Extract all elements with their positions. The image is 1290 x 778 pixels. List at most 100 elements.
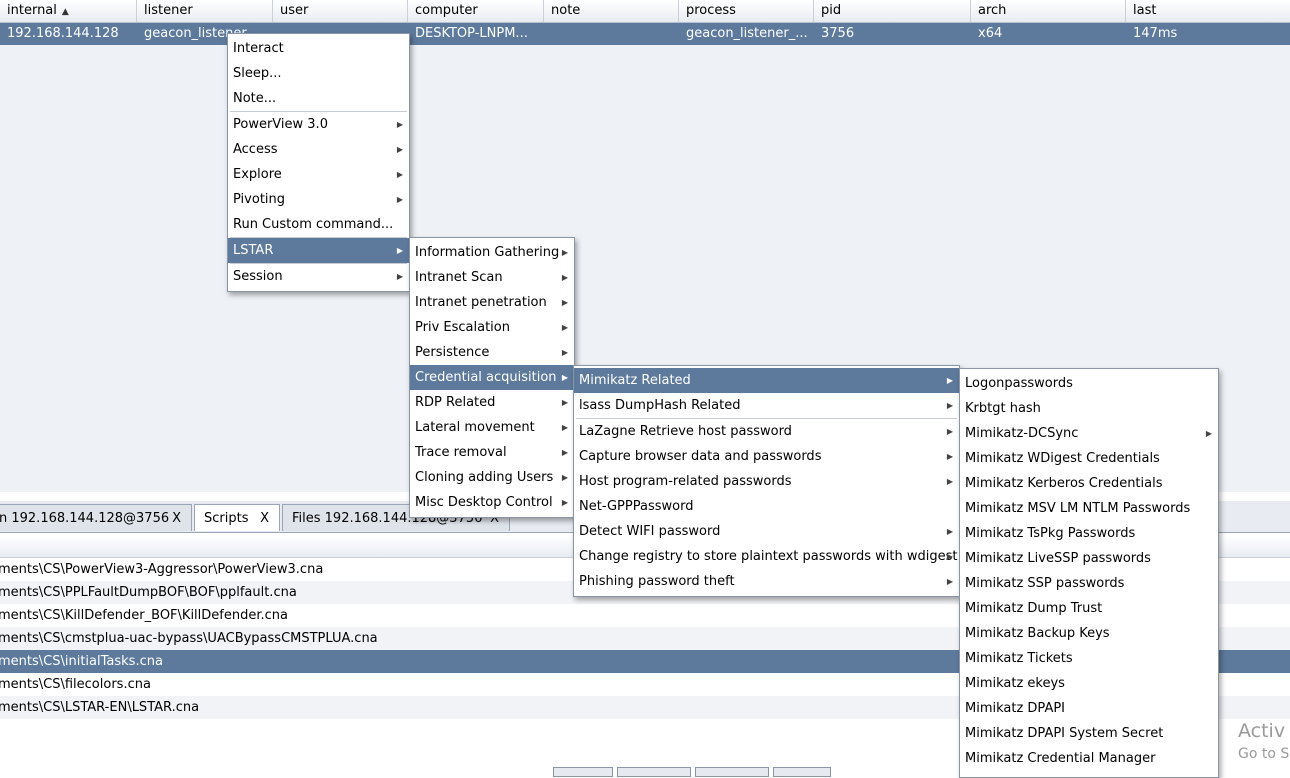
menu-item-label: Net-GPPPassword <box>579 499 694 514</box>
submenu-arrow-icon: ▶ <box>946 401 953 410</box>
menu-item-label: Access <box>233 142 278 157</box>
close-icon[interactable]: X <box>260 505 269 531</box>
column-header-note[interactable]: note <box>544 0 679 22</box>
menu-item-intranet-scan[interactable]: Intranet Scan ▶ <box>410 265 574 290</box>
column-header-internal[interactable]: internal ▲ <box>0 0 137 22</box>
menu-item-kerberos-credentials[interactable]: Mimikatz Kerberos Credentials <box>960 471 1218 496</box>
menu-item-detect-wifi-password[interactable]: Detect WIFI password ▶ <box>574 519 959 544</box>
load-button[interactable] <box>553 767 613 777</box>
menu-item-krbtgt-hash[interactable]: Krbtgt hash <box>960 396 1218 421</box>
column-header-listener[interactable]: listener <box>137 0 273 22</box>
menu-item-note[interactable]: Note... <box>228 86 409 111</box>
reload-button[interactable] <box>695 767 769 777</box>
unload-button[interactable] <box>617 767 691 777</box>
cell-arch: x64 <box>978 26 1003 41</box>
menu-item-access[interactable]: Access ▶ <box>228 137 409 162</box>
menu-item-label: Misc Desktop Control <box>415 495 553 510</box>
menu-item-persistence[interactable]: Persistence ▶ <box>410 340 574 365</box>
session-row[interactable]: 192.168.144.128 geacon_listener_ DESKTOP… <box>0 23 1290 45</box>
menu-item-logonpasswords[interactable]: Logonpasswords <box>960 371 1218 396</box>
column-header-pid[interactable]: pid <box>814 0 971 22</box>
submenu-arrow-icon: ▶ <box>946 577 953 586</box>
menu-item-cloning-adding-users[interactable]: Cloning adding Users ▶ <box>410 465 574 490</box>
menu-item-credential-acquisition[interactable]: Credential acquisition ▶ <box>410 365 574 390</box>
column-header-label: arch <box>978 3 1007 18</box>
column-header-arch[interactable]: arch <box>971 0 1126 22</box>
sort-ascending-icon: ▲ <box>61 7 69 17</box>
menu-item-lateral-movement[interactable]: Lateral movement ▶ <box>410 415 574 440</box>
submenu-arrow-icon: ▶ <box>561 448 568 457</box>
submenu-arrow-icon: ▶ <box>561 298 568 307</box>
submenu-arrow-icon: ▶ <box>561 323 568 332</box>
menu-item-information-gathering[interactable]: Information Gathering ▶ <box>410 240 574 265</box>
close-icon[interactable]: X <box>172 505 181 531</box>
column-header-label: process <box>686 3 736 18</box>
menu-item-livessp-passwords[interactable]: Mimikatz LiveSSP passwords <box>960 546 1218 571</box>
cell-computer: DESKTOP-LNPM... <box>415 26 528 41</box>
menu-item-capture-browser-data[interactable]: Capture browser data and passwords ▶ <box>574 444 959 469</box>
submenu-arrow-icon: ▶ <box>946 427 953 436</box>
column-header-user[interactable]: user <box>273 0 408 22</box>
menu-item-host-program-passwords[interactable]: Host program-related passwords ▶ <box>574 469 959 494</box>
menu-item-lazagne[interactable]: LaZagne Retrieve host password ▶ <box>574 419 959 444</box>
menu-item-mimikatz-dcsync[interactable]: Mimikatz-DCSync ▶ <box>960 421 1218 446</box>
submenu-arrow-icon: ▶ <box>396 170 403 179</box>
menu-item-label: Mimikatz Related <box>579 373 691 388</box>
menu-item-dump-trust[interactable]: Mimikatz Dump Trust <box>960 596 1218 621</box>
menu-item-phishing-password-theft[interactable]: Phishing password theft ▶ <box>574 569 959 594</box>
tab-scripts[interactable]: Scripts X <box>194 504 280 531</box>
menu-item-run-custom-command[interactable]: Run Custom command... <box>228 212 409 237</box>
menu-item-label: Capture browser data and passwords <box>579 449 822 464</box>
menu-item-misc-desktop-control[interactable]: Misc Desktop Control ▶ <box>410 490 574 515</box>
menu-item-label: Run Custom command... <box>233 217 394 232</box>
submenu-arrow-icon: ▶ <box>946 477 953 486</box>
menu-item-msv-ntlm-passwords[interactable]: Mimikatz MSV LM NTLM Passwords <box>960 496 1218 521</box>
menu-item-session[interactable]: Session ▶ <box>228 264 409 289</box>
menu-item-label: Intranet Scan <box>415 270 503 285</box>
submenu-arrow-icon: ▶ <box>561 348 568 357</box>
menu-item-dpapi-system-secret[interactable]: Mimikatz DPAPI System Secret <box>960 721 1218 746</box>
cell-last: 147ms <box>1133 26 1178 41</box>
menu-item-label: Persistence <box>415 345 490 360</box>
column-header-computer[interactable]: computer <box>408 0 544 22</box>
menu-item-tspkg-passwords[interactable]: Mimikatz TsPkg Passwords <box>960 521 1218 546</box>
menu-item-wdigest-registry[interactable]: Change registry to store plaintext passw… <box>574 544 959 569</box>
menu-item-trace-removal[interactable]: Trace removal ▶ <box>410 440 574 465</box>
menu-item-sleep[interactable]: Sleep... <box>228 61 409 86</box>
submenu-arrow-icon: ▶ <box>396 120 403 129</box>
menu-item-intranet-penetration[interactable]: Intranet penetration ▶ <box>410 290 574 315</box>
menu-item-label: Mimikatz LiveSSP passwords <box>965 551 1151 566</box>
menu-item-backup-keys[interactable]: Mimikatz Backup Keys <box>960 621 1218 646</box>
tab-beacon[interactable]: n 192.168.144.128@3756 X <box>0 504 192 531</box>
column-header-last[interactable]: last <box>1126 0 1290 22</box>
menu-item-label: Session <box>233 269 283 284</box>
cell-pid: 3756 <box>821 26 855 41</box>
menu-item-tickets[interactable]: Mimikatz Tickets <box>960 646 1218 671</box>
menu-item-ssp-passwords[interactable]: Mimikatz SSP passwords <box>960 571 1218 596</box>
menu-item-interact[interactable]: Interact <box>228 36 409 61</box>
menu-item-explore[interactable]: Explore ▶ <box>228 162 409 187</box>
menu-item-credential-manager[interactable]: Mimikatz Credential Manager <box>960 746 1218 771</box>
column-header-process[interactable]: process <box>679 0 814 22</box>
menu-item-ekeys[interactable]: Mimikatz ekeys <box>960 671 1218 696</box>
menu-item-powerview[interactable]: PowerView 3.0 ▶ <box>228 112 409 137</box>
menu-item-pivoting[interactable]: Pivoting ▶ <box>228 187 409 212</box>
submenu-arrow-icon: ▶ <box>946 376 953 385</box>
menu-item-priv-escalation[interactable]: Priv Escalation ▶ <box>410 315 574 340</box>
column-header-label: internal <box>7 3 57 18</box>
menu-item-net-gpppassword[interactable]: Net-GPPPassword <box>574 494 959 519</box>
menu-item-label: Mimikatz Dump Trust <box>965 601 1103 616</box>
menu-item-label: Mimikatz DPAPI <box>965 701 1066 716</box>
menu-item-dpapi[interactable]: Mimikatz DPAPI <box>960 696 1218 721</box>
menu-item-mimikatz-related[interactable]: Mimikatz Related ▶ <box>574 368 959 393</box>
menu-item-label: Mimikatz ekeys <box>965 676 1065 691</box>
menu-item-label: Mimikatz Tickets <box>965 651 1073 666</box>
help-button[interactable] <box>773 767 831 777</box>
menu-item-lsass-dumphash[interactable]: lsass DumpHash Related ▶ <box>574 393 959 418</box>
submenu-arrow-icon: ▶ <box>396 145 403 154</box>
menu-item-wdigest-credentials[interactable]: Mimikatz WDigest Credentials <box>960 446 1218 471</box>
menu-item-rdp-related[interactable]: RDP Related ▶ <box>410 390 574 415</box>
menu-item-lstar[interactable]: LSTAR ▶ <box>228 238 409 263</box>
menu-item-label: RDP Related <box>415 395 496 410</box>
submenu-arrow-icon: ▶ <box>1205 429 1212 438</box>
